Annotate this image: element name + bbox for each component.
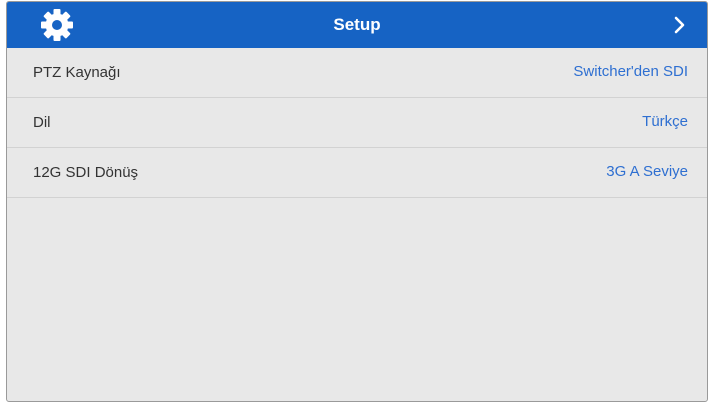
page-title: Setup xyxy=(333,15,381,34)
chevron-right-icon[interactable] xyxy=(669,15,689,35)
setting-row-language[interactable]: Dil Türkçe xyxy=(7,98,707,148)
setup-header: Setup xyxy=(7,2,707,48)
setting-value[interactable]: Türkçe xyxy=(642,98,688,146)
setting-row-12g-sdi-return[interactable]: 12G SDI Dönüş 3G A Seviye xyxy=(7,148,707,198)
setting-label: 12G SDI Dönüş xyxy=(33,164,139,181)
setup-panel: Setup PTZ Kaynağı Switcher'den SDI Dil T… xyxy=(6,1,708,402)
setting-value[interactable]: Switcher'den SDI xyxy=(573,48,688,96)
settings-list: PTZ Kaynağı Switcher'den SDI Dil Türkçe … xyxy=(7,48,707,198)
setting-row-ptz-source[interactable]: PTZ Kaynağı Switcher'den SDI xyxy=(7,48,707,98)
setting-label: PTZ Kaynağı xyxy=(33,64,121,81)
setting-label: Dil xyxy=(33,114,51,131)
setting-value[interactable]: 3G A Seviye xyxy=(606,148,688,196)
